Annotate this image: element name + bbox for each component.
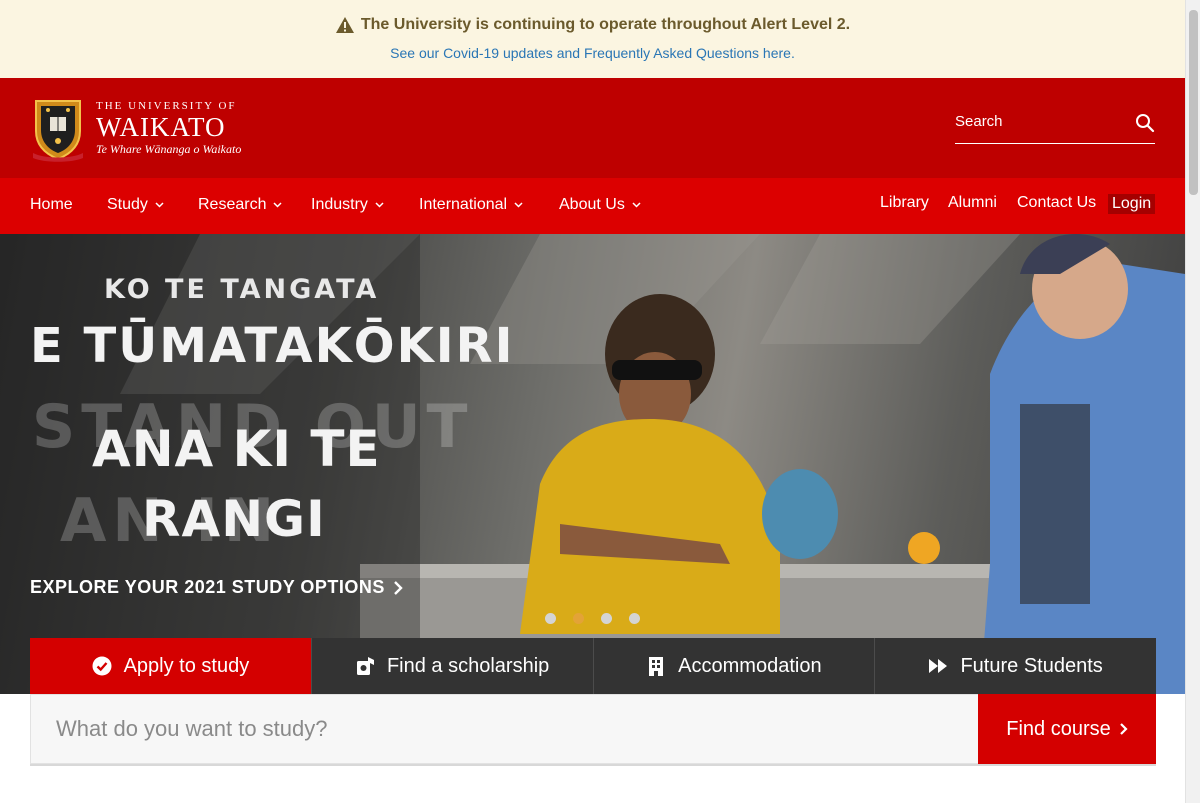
nav-industry-label: Industry (311, 196, 368, 213)
hero-line-3: ANA KI TE (92, 420, 381, 478)
nav-item-study[interactable]: Study (107, 196, 164, 214)
nav-item-research[interactable]: Research (198, 196, 283, 214)
alert-banner: The University is continuing to operate … (0, 0, 1185, 78)
search-input[interactable] (955, 108, 1125, 134)
carousel-dot-active[interactable] (573, 613, 584, 624)
nav-contact-label: Contact Us (1017, 194, 1097, 211)
accommodation-label: Accommodation (678, 654, 822, 677)
chevron-down-icon (375, 202, 384, 208)
chevron-right-icon (1119, 723, 1128, 735)
chevron-down-icon (155, 202, 164, 208)
logo-name-text: WAIKATO (96, 112, 226, 142)
nav-item-industry[interactable]: Industry (311, 196, 384, 214)
building-icon (649, 657, 664, 676)
scrollbar-thumb[interactable] (1189, 10, 1198, 195)
future-students-label: Future Students (960, 654, 1103, 677)
nav-item-alumni[interactable]: Alumni (948, 194, 997, 212)
hero-line-1: KO TE TANGATA (104, 274, 380, 305)
carousel-dots (545, 613, 640, 624)
alert-title-text: The University is continuing to operate … (360, 16, 851, 33)
apply-to-study-button[interactable]: Apply to study (30, 638, 311, 694)
future-students-button[interactable]: Future Students (874, 638, 1156, 694)
alert-title: The University is continuing to operate … (0, 16, 1185, 34)
site-header: THE UNIVERSITY OF WAIKATO Te Whare Wānan… (0, 78, 1185, 178)
main-nav: Home Study Research Industry Internation… (0, 178, 1185, 234)
page-scrollbar[interactable] (1185, 0, 1200, 803)
fast-forward-icon (929, 659, 948, 673)
logo-text: THE UNIVERSITY OF WAIKATO Te Whare Wānan… (96, 95, 241, 157)
covid-updates-link[interactable]: See our Covid-19 updates and Frequently … (0, 45, 1185, 61)
explore-label: EXPLORE YOUR 2021 STUDY OPTIONS (30, 577, 385, 597)
nav-item-about[interactable]: About Us (559, 196, 641, 214)
hero-line-2: E TŪMATAKŌKIRI (30, 318, 515, 374)
scholarship-icon (356, 657, 374, 675)
carousel-dot[interactable] (601, 613, 612, 624)
course-search-input[interactable] (30, 694, 978, 764)
nav-home-label: Home (30, 196, 73, 213)
scholarship-label: Find a scholarship (386, 654, 550, 677)
nav-library-label: Library (880, 194, 929, 211)
chevron-down-icon (514, 202, 523, 208)
find-scholarship-button[interactable]: Find a scholarship (310, 638, 593, 694)
nav-item-library[interactable]: Library (880, 194, 929, 212)
explore-study-options-link[interactable]: EXPLORE YOUR 2021 STUDY OPTIONS (30, 577, 403, 598)
hero-line-4: RANGI (142, 490, 326, 548)
carousel-dot[interactable] (545, 613, 556, 624)
quick-action-tiles: Apply to study Find a scholarship Accomm… (30, 638, 1156, 694)
logo-maori-text: Te Whare Wānanga o Waikato (96, 142, 242, 156)
search-icon[interactable] (1135, 113, 1155, 133)
nav-login-label: Login (1108, 194, 1156, 214)
apply-label: Apply to study (123, 654, 250, 677)
nav-research-label: Research (198, 196, 267, 213)
nav-about-label: About Us (559, 196, 625, 213)
check-circle-icon (92, 656, 112, 676)
nav-alumni-label: Alumni (948, 194, 997, 211)
nav-study-label: Study (107, 196, 148, 213)
nav-item-home[interactable]: Home (30, 196, 73, 214)
header-search (955, 108, 1155, 144)
logo-small-text: THE UNIVERSITY OF (96, 100, 237, 112)
find-course-label: Find course (1006, 717, 1111, 740)
crest-icon (33, 100, 83, 162)
carousel-dot[interactable] (629, 613, 640, 624)
find-course-button[interactable]: Find course (978, 694, 1156, 764)
hero-carousel: STAND OUT AN IN KO TE TANGATA E TŪMATAKŌ… (0, 234, 1185, 694)
nav-item-international[interactable]: International (419, 196, 523, 214)
nav-item-contact[interactable]: Contact Us (1017, 194, 1096, 212)
accommodation-button[interactable]: Accommodation (592, 638, 875, 694)
chevron-down-icon (632, 202, 641, 208)
university-logo[interactable]: THE UNIVERSITY OF WAIKATO Te Whare Wānan… (30, 95, 241, 163)
chevron-down-icon (273, 202, 283, 208)
login-link[interactable]: Login (1108, 194, 1156, 214)
course-search: Find course (30, 694, 1156, 766)
nav-international-label: International (419, 196, 508, 213)
warning-icon (335, 17, 354, 33)
chevron-right-icon (394, 580, 403, 595)
